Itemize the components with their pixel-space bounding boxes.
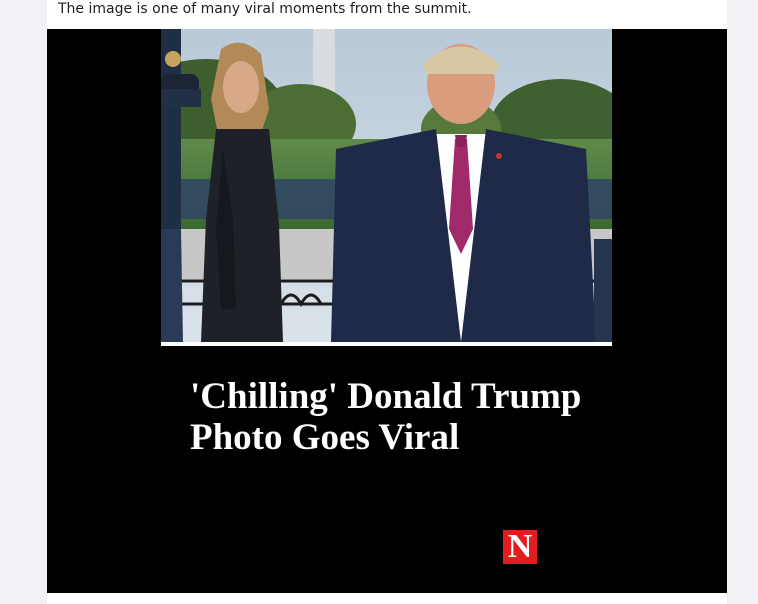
feed-page: The image is one of many viral moments f… <box>0 0 758 604</box>
post-caption: The image is one of many viral moments f… <box>58 1 472 17</box>
photo-divider <box>161 342 612 346</box>
article-headline: 'Chilling' Donald Trump Photo Goes Viral <box>190 376 582 458</box>
post-card: The image is one of many viral moments f… <box>47 0 727 604</box>
photo-illustration <box>161 29 612 342</box>
newsweek-logo: N <box>503 530 537 564</box>
article-photo <box>161 29 612 342</box>
article-media-link[interactable]: 'Chilling' Donald Trump Photo Goes Viral… <box>47 29 727 593</box>
